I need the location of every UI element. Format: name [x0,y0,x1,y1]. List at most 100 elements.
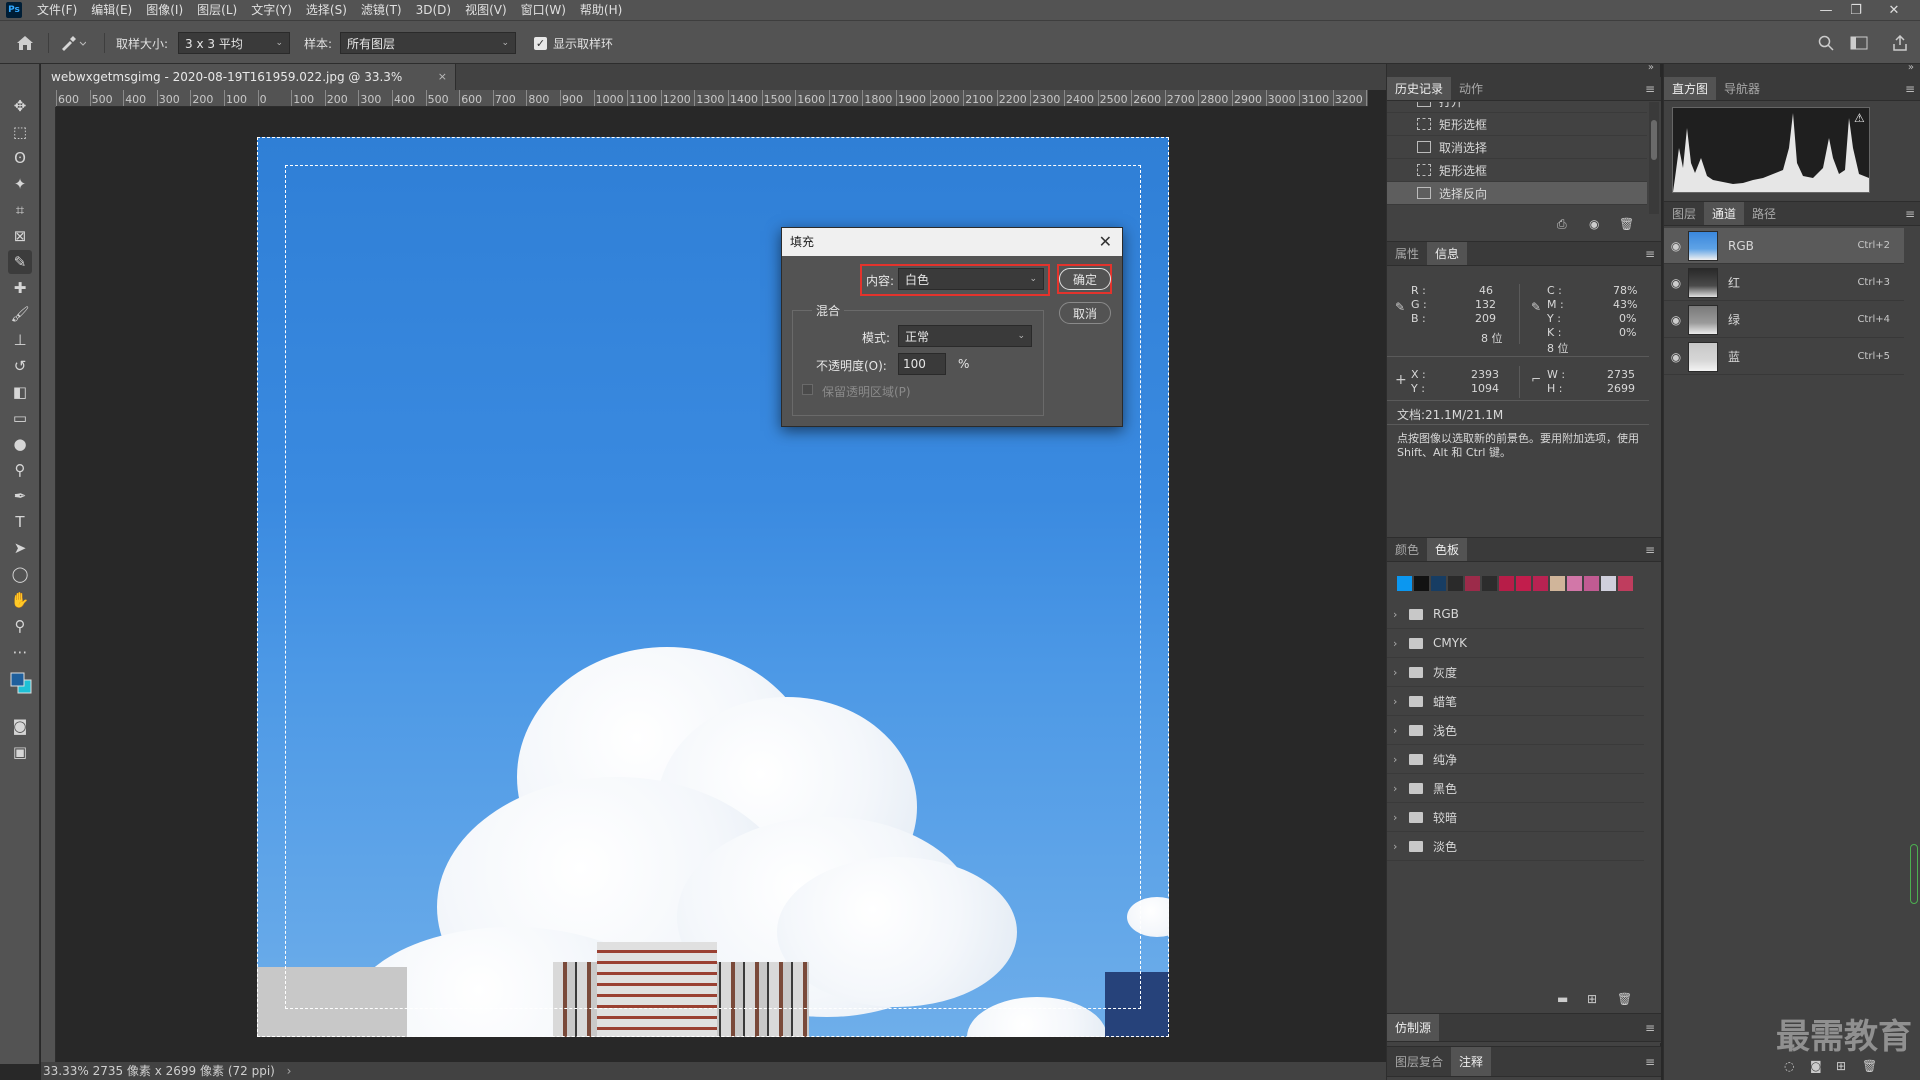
tab-info[interactable]: 信息 [1427,242,1468,265]
eyedropper-preset-icon[interactable] [60,21,86,65]
warning-icon[interactable]: ⚠ [1854,111,1865,125]
trash-icon[interactable]: 🗑 [1862,1059,1877,1073]
more-tools-icon[interactable]: ⋯ [8,640,32,664]
clone-stamp-tool-icon[interactable]: ⊥ [8,328,32,352]
scroll-indicator[interactable] [1910,844,1918,904]
crop-tool-icon[interactable]: ⌗ [8,198,32,222]
tab-actions[interactable]: 动作 [1451,77,1491,100]
tab-navigator[interactable]: 导航器 [1716,77,1768,100]
menu-help[interactable]: 帮助(H) [573,0,629,20]
path-selection-tool-icon[interactable]: ➤ [8,536,32,560]
swatch-folder-light[interactable]: › 浅色 [1387,716,1644,745]
panel-menu-icon[interactable]: ≡ [1645,1047,1655,1077]
mode-select[interactable]: 正常 ⌄ [898,325,1032,347]
color-swatch[interactable] [1618,576,1633,591]
swatch-folder-pale[interactable]: › 淡色 [1387,832,1644,861]
document-tab[interactable]: webwxgetmsgimg - 2020-08-19T161959.022.j… [41,64,456,110]
color-swatch[interactable] [1601,576,1616,591]
checkbox-checked-icon[interactable]: ✓ [534,36,547,50]
color-swatch[interactable] [1397,576,1412,591]
dodge-tool-icon[interactable]: ⚲ [8,458,32,482]
eye-icon[interactable]: ◉ [1664,350,1688,364]
tab-properties[interactable]: 属性 [1387,242,1427,265]
cancel-button[interactable]: 取消 [1059,302,1111,324]
swatch-folder-dark[interactable]: › 黑色 [1387,774,1644,803]
pen-tool-icon[interactable]: ✒ [8,484,32,508]
panel-menu-icon[interactable]: ≡ [1645,242,1655,266]
history-scrollbar[interactable] [1649,102,1659,214]
history-item[interactable]: 打开 [1387,102,1647,113]
chevron-right-icon[interactable]: › [287,1064,292,1078]
menu-type[interactable]: 文字(Y) [244,0,299,20]
preserve-transparency-checkbox[interactable] [802,384,813,395]
tab-notes[interactable]: 注释 [1451,1047,1492,1076]
frame-tool-icon[interactable]: ⊠ [8,224,32,248]
load-selection-icon[interactable]: ◌ [1784,1059,1794,1073]
menu-window[interactable]: 窗口(W) [514,0,573,20]
color-swatch[interactable] [1482,576,1497,591]
color-swatch[interactable] [1516,576,1531,591]
menu-image[interactable]: 图像(I) [139,0,190,20]
eye-icon[interactable]: ◉ [1664,276,1688,290]
brush-tool-icon[interactable]: 🖌 [8,302,32,326]
swatch-folder-darker[interactable]: › 较暗 [1387,803,1644,832]
menu-filter[interactable]: 滤镜(T) [354,0,409,20]
magic-wand-tool-icon[interactable]: ✦ [8,172,32,196]
panel-menu-icon[interactable]: ≡ [1645,1014,1655,1042]
panel-menu-icon[interactable]: ≡ [1905,77,1915,101]
move-tool-icon[interactable]: ✥ [8,94,32,118]
blur-tool-icon[interactable]: ● [8,432,32,456]
rectangular-marquee-tool-icon[interactable]: ⬚ [8,120,32,144]
quick-mask-icon[interactable]: ◙ [8,714,32,738]
tab-layers[interactable]: 图层 [1664,202,1704,225]
eye-icon[interactable]: ◉ [1664,313,1688,327]
swatch-folder-cmyk[interactable]: › CMYK [1387,629,1644,658]
tab-color[interactable]: 颜色 [1387,538,1427,561]
panel-menu-icon[interactable]: ≡ [1645,538,1655,562]
color-swatch[interactable] [1448,576,1463,591]
canvas-area[interactable] [56,107,1368,1062]
collapse-panels-icon[interactable]: » [1908,62,1914,73]
zoom-tool-icon[interactable]: ⚲ [8,614,32,638]
color-swatch[interactable] [1533,576,1548,591]
color-swatch[interactable] [1414,576,1429,591]
channel-row-blue[interactable]: ◉ 蓝 Ctrl+5 [1664,339,1904,375]
history-item[interactable]: 矩形选框 [1387,159,1647,182]
eye-icon[interactable]: ◉ [1664,239,1688,253]
lasso-tool-icon[interactable]: ʘ [8,146,32,170]
share-icon[interactable] [1892,21,1908,65]
color-swatch[interactable] [1465,576,1480,591]
new-folder-icon[interactable]: ▬ [1557,992,1568,1006]
ellipse-tool-icon[interactable]: ◯ [8,562,32,586]
tab-channels[interactable]: 通道 [1704,202,1745,225]
show-sampling-ring-toggle[interactable]: ✓ 显示取样环 [534,21,613,65]
channel-row-red[interactable]: ◉ 红 Ctrl+3 [1664,265,1904,301]
content-select[interactable]: 白色 ⌄ [898,268,1044,290]
hand-tool-icon[interactable]: ✋ [8,588,32,612]
collapse-panels-icon[interactable]: » [1648,62,1654,73]
close-tab-icon[interactable]: × [438,64,447,90]
save-selection-icon[interactable]: ◙ [1810,1059,1822,1073]
menu-select[interactable]: 选择(S) [299,0,354,20]
search-icon[interactable] [1818,21,1834,65]
new-channel-icon[interactable]: ⊞ [1836,1059,1846,1073]
color-swatches-icon[interactable] [8,668,34,698]
menu-edit[interactable]: 编辑(E) [84,0,139,20]
panel-menu-icon[interactable]: ≡ [1645,77,1655,101]
snapshot-camera-icon[interactable]: ◉ [1589,217,1599,231]
new-swatch-icon[interactable]: ⊞ [1587,992,1597,1006]
color-swatch[interactable] [1431,576,1446,591]
restore-button[interactable]: ❐ [1842,0,1870,20]
channel-row-rgb[interactable]: ◉ RGB Ctrl+2 [1664,228,1904,264]
home-icon[interactable] [16,21,34,65]
close-icon[interactable]: ✕ [1099,228,1112,256]
swatch-folder-pastel[interactable]: › 蜡笔 [1387,687,1644,716]
trash-icon[interactable]: 🗑 [1617,992,1632,1006]
opacity-input[interactable]: 100 [898,353,946,375]
history-item-selected[interactable]: 选择反向 [1387,182,1647,205]
new-document-from-state-icon[interactable]: ⎙ [1557,217,1567,232]
screen-mode-icon[interactable]: ▣ [8,740,32,764]
swatch-folder-rgb[interactable]: › RGB [1387,600,1644,629]
color-swatch[interactable] [1584,576,1599,591]
eraser-tool-icon[interactable]: ◧ [8,380,32,404]
